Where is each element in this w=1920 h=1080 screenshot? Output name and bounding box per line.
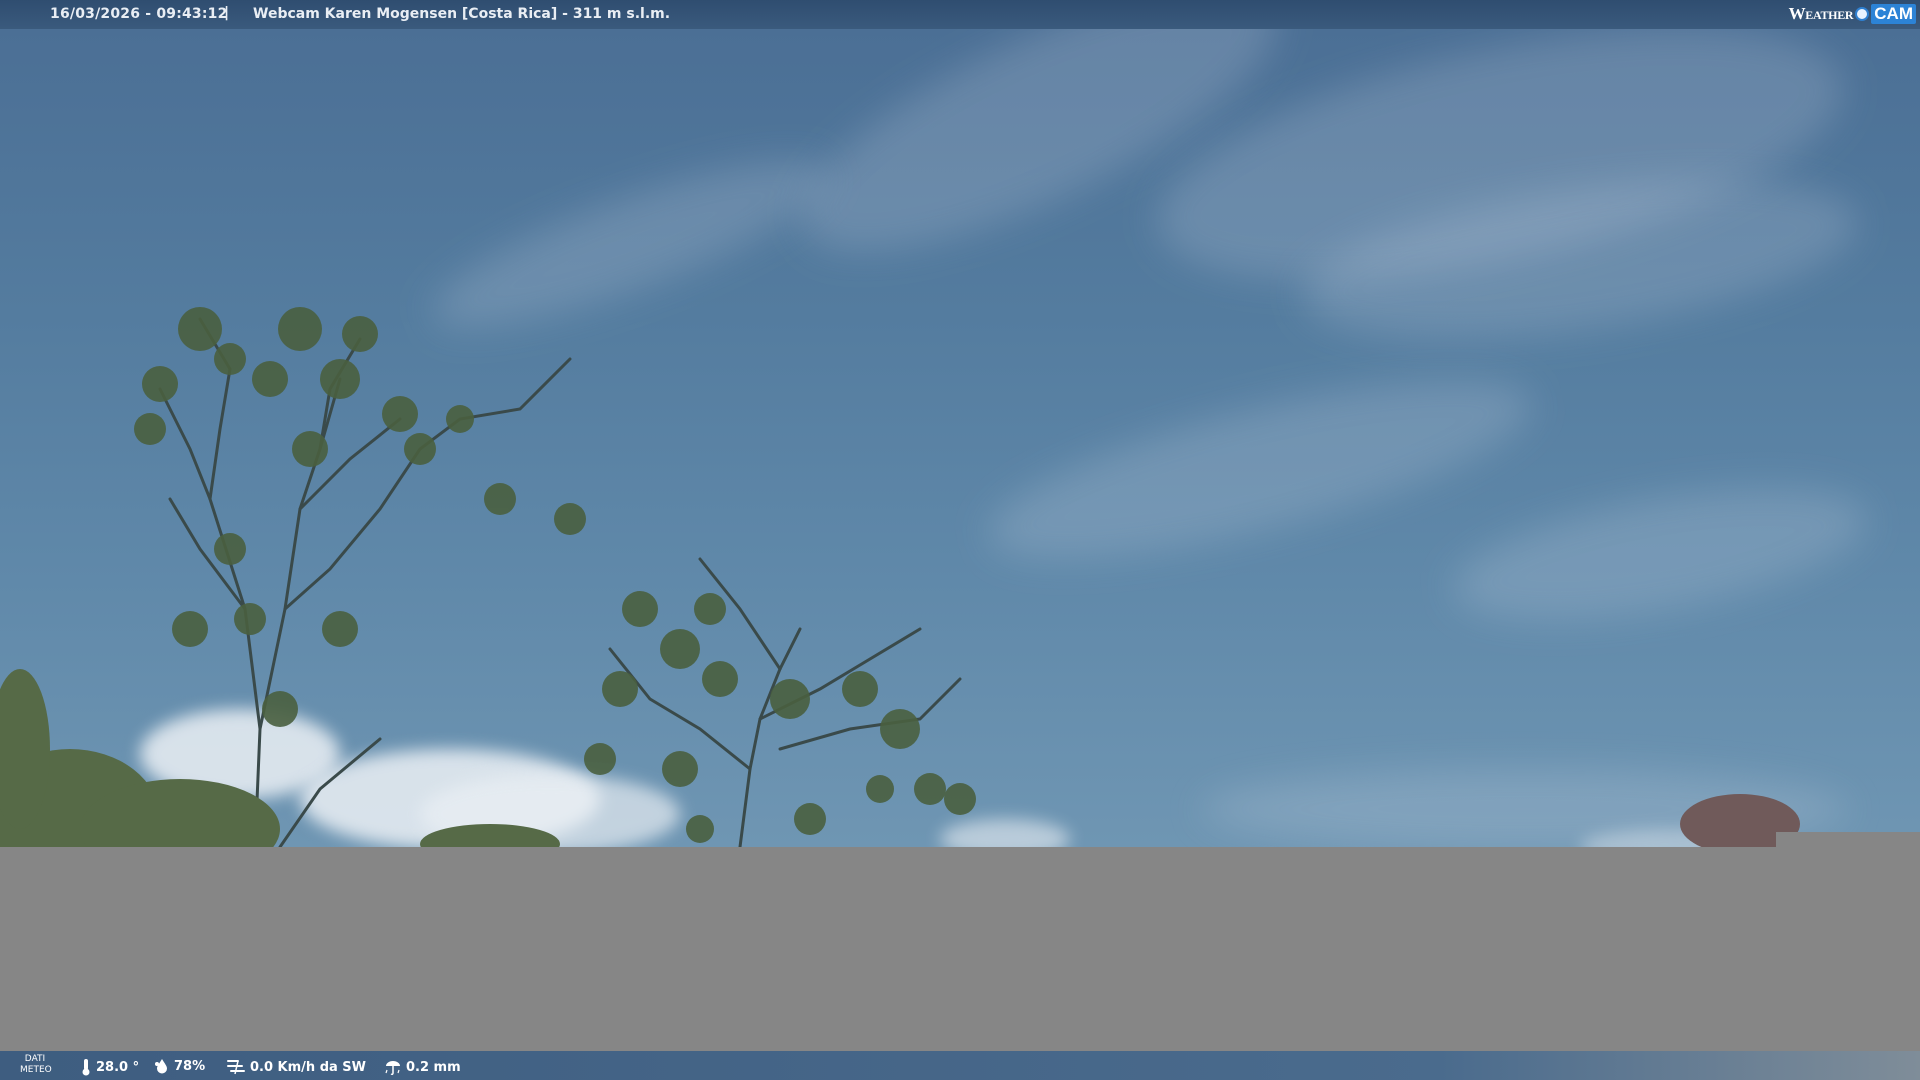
weather-data-bar: DATI METEO 28.0 ° 78% 0.0 Km/h da SW 0.2… xyxy=(0,1051,1920,1080)
webcam-title: Webcam Karen Mogensen [Costa Rica] - 311… xyxy=(253,6,671,22)
webcam-image xyxy=(0,29,1920,847)
image-mask xyxy=(0,847,1920,1051)
weathercam-logo: Weather CAM xyxy=(1789,3,1916,25)
logo-weather-text: Weather xyxy=(1788,4,1854,23)
wind-icon xyxy=(226,1058,246,1076)
humidity-reading: 78% xyxy=(154,1058,205,1074)
separator: | xyxy=(224,5,230,21)
dati-meteo-label: DATI METEO xyxy=(20,1054,52,1076)
humidity-icon xyxy=(154,1058,170,1074)
temperature-reading: 28.0 ° xyxy=(80,1058,139,1076)
trees xyxy=(0,307,1800,847)
dati-label-line1: DATI xyxy=(24,1054,46,1064)
rain-icon xyxy=(384,1058,402,1076)
humidity-value: 78% xyxy=(174,1058,206,1074)
rain-value: 0.2 mm xyxy=(406,1059,461,1075)
logo-dot-icon xyxy=(1855,7,1870,21)
dati-label-line2: METEO xyxy=(20,1065,52,1075)
temperature-value: 28.0 ° xyxy=(96,1059,140,1075)
rain-reading: 0.2 mm xyxy=(384,1058,461,1076)
webcam-frame: 16/03/2026 - 09:43:12 | Webcam Karen Mog… xyxy=(0,0,1920,1080)
logo-cam-text: CAM xyxy=(1871,4,1916,24)
caption-bar: 16/03/2026 - 09:43:12 | Webcam Karen Mog… xyxy=(0,0,1920,29)
wind-value: 0.0 Km/h da SW xyxy=(250,1059,367,1075)
thermometer-icon xyxy=(80,1058,92,1076)
datetime: 16/03/2026 - 09:43:12 xyxy=(50,6,228,22)
wind-reading: 0.0 Km/h da SW xyxy=(226,1058,366,1076)
